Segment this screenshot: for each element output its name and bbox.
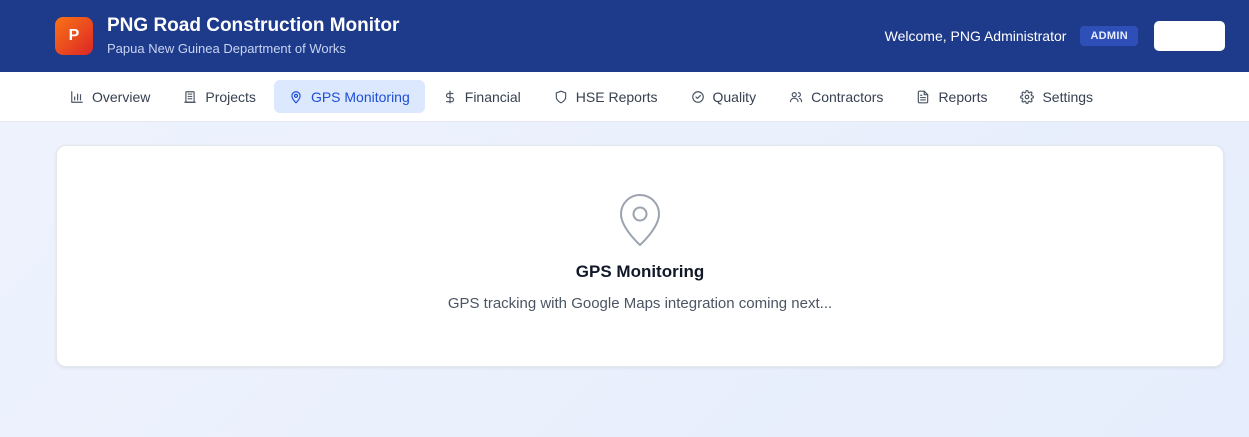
tab-label: Financial — [464, 88, 521, 105]
header-action-button[interactable] — [1154, 21, 1225, 51]
tab-reports[interactable]: Reports — [901, 80, 1002, 113]
tab-label: Settings — [1042, 88, 1094, 105]
app-title: PNG Road Construction Monitor — [107, 15, 400, 36]
gps-placeholder-card: GPS Monitoring GPS tracking with Google … — [56, 145, 1224, 367]
page-title: GPS Monitoring — [575, 262, 705, 281]
app-logo: P — [55, 17, 93, 55]
gear-icon — [1020, 89, 1035, 104]
tab-label: Contractors — [811, 88, 884, 105]
tab-settings[interactable]: Settings — [1005, 80, 1108, 113]
tab-label: Reports — [938, 88, 988, 105]
tab-financial[interactable]: Financial — [428, 80, 536, 113]
tab-quality[interactable]: Quality — [676, 80, 772, 113]
map-pin-icon — [291, 90, 301, 103]
tab-contractors[interactable]: Contractors — [774, 80, 898, 113]
tab-label: GPS Monitoring — [310, 88, 410, 105]
building-icon — [184, 90, 197, 103]
bar-chart-icon — [71, 90, 83, 103]
tab-projects[interactable]: Projects — [168, 80, 271, 113]
header-user-area: Welcome, PNG Administrator ADMIN — [885, 21, 1225, 51]
welcome-text: Welcome, PNG Administrator — [884, 28, 1067, 44]
tab-label: HSE Reports — [575, 88, 658, 105]
tab-gps-monitoring[interactable]: GPS Monitoring — [273, 80, 425, 113]
role-badge: ADMIN — [1080, 26, 1138, 46]
placeholder-description: GPS tracking with Google Maps integratio… — [447, 295, 833, 312]
tab-label: Projects — [205, 88, 256, 105]
tab-label: Quality — [712, 88, 757, 105]
brand: PNG Road Construction Monitor Papua New … — [107, 14, 399, 58]
file-text-icon — [918, 90, 929, 103]
tab-label: Overview — [92, 88, 151, 105]
tab-hse-reports[interactable]: HSE Reports — [539, 80, 673, 113]
tab-overview[interactable]: Overview — [55, 80, 165, 113]
map-pin-icon — [614, 192, 666, 248]
app-header: P PNG Road Construction Monitor Papua Ne… — [0, 0, 1249, 72]
check-circle-icon — [691, 90, 704, 103]
app-subtitle: Papua New Guinea Department of Works — [107, 41, 346, 56]
users-icon — [789, 91, 803, 102]
dollar-icon — [445, 90, 454, 103]
shield-icon — [555, 90, 567, 103]
main-nav: Overview Projects GPS Monitoring Financi… — [0, 72, 1249, 122]
